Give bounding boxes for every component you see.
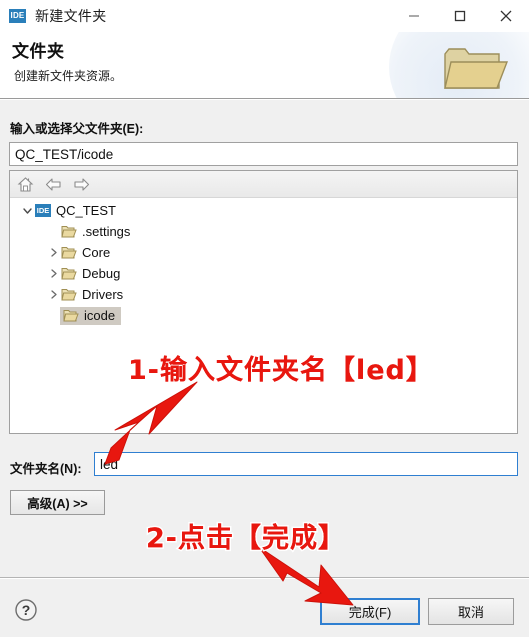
page-title: 文件夹	[12, 42, 65, 61]
tree-item-label: icode	[84, 308, 116, 323]
annotation-text-2-fill: 2-点击【完成】	[146, 523, 346, 554]
tree-item-label: QC_TEST	[56, 203, 116, 218]
arrow-right-icon[interactable]	[72, 175, 91, 194]
window-title: 新建文件夹	[35, 8, 107, 24]
window-controls	[391, 0, 529, 32]
advanced-button[interactable]: 高级(A) >>	[10, 490, 105, 515]
open-folder-icon	[441, 42, 511, 99]
chevron-right-icon[interactable]	[46, 267, 60, 281]
tree-item-label: Core	[82, 245, 111, 260]
tree-item-core[interactable]: Core	[10, 242, 517, 263]
folder-name-input[interactable]	[94, 452, 518, 476]
page-subtitle: 创建新文件夹资源。	[14, 69, 123, 83]
tree-item-label: .settings	[82, 224, 131, 239]
tree-item-settings[interactable]: .settings	[10, 221, 517, 242]
help-button[interactable]: ?	[14, 598, 38, 622]
chevron-right-icon[interactable]	[46, 246, 60, 260]
tree-item-selection: icode	[60, 306, 122, 325]
tree-item-qc-test[interactable]: IDE QC_TEST	[10, 200, 517, 221]
arrow-left-icon[interactable]	[44, 175, 63, 194]
svg-text:?: ?	[22, 602, 31, 618]
title-bar: IDE 新建文件夹	[0, 0, 529, 32]
cancel-button[interactable]: 取消	[428, 598, 514, 625]
chevron-placeholder	[46, 225, 60, 239]
ide-icon: IDE	[9, 9, 26, 23]
tree-rows: IDE QC_TEST .settings Core Debug Drivers…	[10, 198, 517, 326]
folder-icon	[60, 245, 78, 261]
folder-icon	[60, 287, 78, 303]
home-icon[interactable]	[16, 175, 35, 194]
footer-divider-highlight	[0, 578, 529, 579]
close-button[interactable]	[483, 0, 529, 32]
finish-button[interactable]: 完成(F)	[320, 598, 420, 625]
tree-item-label: Drivers	[82, 287, 124, 302]
folder-icon	[60, 224, 78, 240]
parent-folder-input[interactable]	[9, 142, 518, 166]
folder-icon	[62, 308, 80, 324]
chevron-down-icon[interactable]	[20, 204, 34, 218]
tree-item-label: Debug	[82, 266, 121, 281]
folder-tree-panel: IDE QC_TEST .settings Core Debug Drivers…	[9, 170, 518, 434]
annotation-text-1-fill: 1-输入文件夹名【led】	[128, 355, 434, 386]
parent-folder-label: 输入或选择父文件夹(E):	[10, 122, 144, 136]
minimize-button[interactable]	[391, 0, 437, 32]
maximize-button[interactable]	[437, 0, 483, 32]
dialog-header: 文件夹 创建新文件夹资源。	[0, 32, 529, 99]
folder-name-label: 文件夹名(N):	[10, 462, 82, 476]
tree-item-icode[interactable]: icode	[10, 305, 517, 326]
chevron-right-icon[interactable]	[46, 288, 60, 302]
tree-item-debug[interactable]: Debug	[10, 263, 517, 284]
tree-toolbar	[10, 171, 517, 198]
chevron-placeholder	[46, 309, 60, 323]
folder-icon	[60, 266, 78, 282]
tree-item-drivers[interactable]: Drivers	[10, 284, 517, 305]
ide-project-icon: IDE	[35, 204, 51, 217]
